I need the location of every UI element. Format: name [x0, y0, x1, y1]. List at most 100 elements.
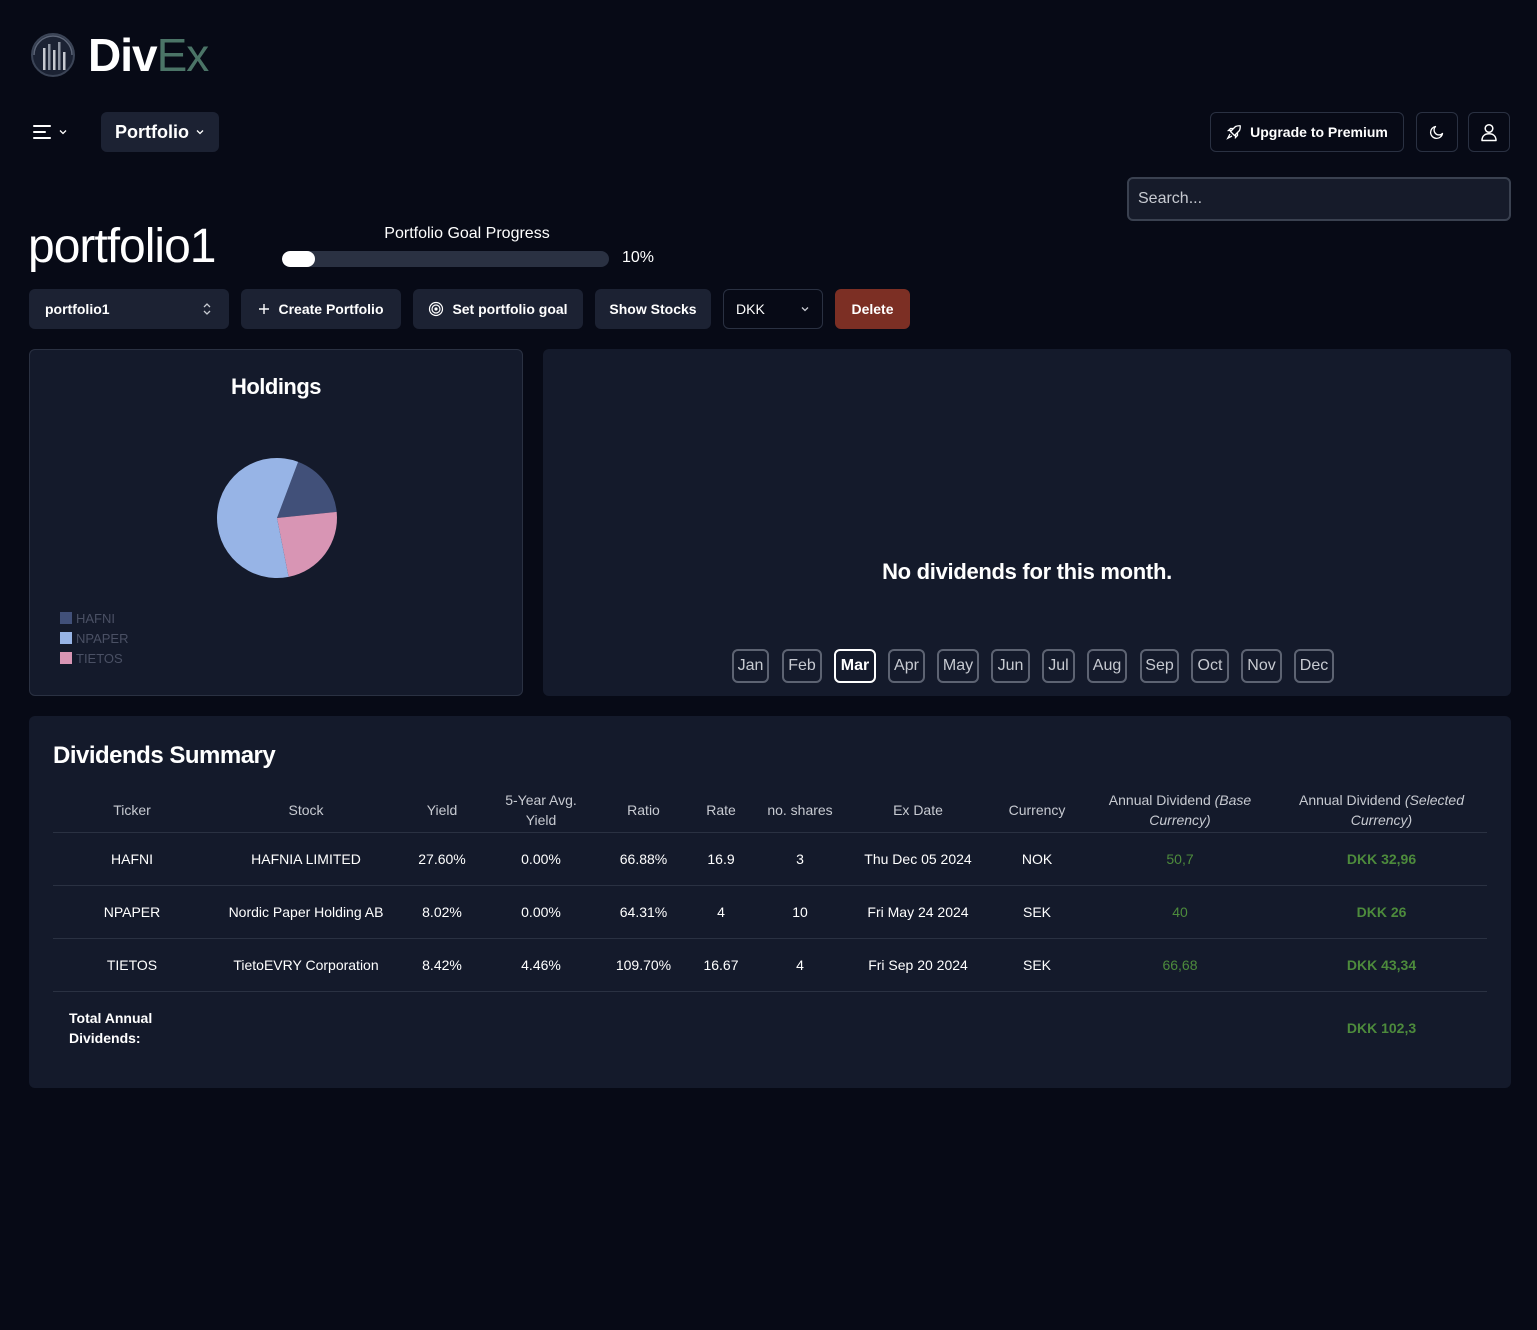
cell-ticker: HAFNI: [53, 832, 211, 886]
menu-icon: [33, 125, 51, 139]
cell-avg-yield: 0.00%: [483, 885, 599, 939]
month-button-mar[interactable]: Mar: [834, 649, 876, 683]
table-row[interactable]: HAFNI HAFNIA LIMITED 27.60% 0.00% 66.88% 16.9…: [53, 832, 1487, 886]
month-button-oct[interactable]: Oct: [1191, 649, 1229, 683]
cell-annual-base: 40: [1084, 885, 1276, 939]
delete-label: Delete: [851, 301, 894, 317]
col-header-rate[interactable]: Rate: [688, 788, 754, 833]
goal-progress-label: Portfolio Goal Progress: [384, 225, 550, 242]
cell-yield: 8.42%: [401, 938, 483, 992]
total-spacer: [211, 991, 1276, 1065]
user-icon: [1481, 123, 1497, 142]
cell-rate: 16.9: [688, 832, 754, 886]
nav-portfolio-dropdown[interactable]: Portfolio: [101, 112, 219, 152]
goal-progress-percent: 10%: [622, 249, 655, 266]
chevron-down-icon: [196, 130, 204, 135]
portfolio-select-value: portfolio1: [45, 301, 110, 317]
upgrade-premium-label: Upgrade to Premium: [1250, 124, 1388, 140]
legend-item-hafni[interactable]: HAFNI: [60, 608, 129, 628]
table-row[interactable]: TIETOS TietoEVRY Corporation 8.42% 4.46% 109…: [53, 938, 1487, 992]
month-button-dec[interactable]: Dec: [1294, 649, 1334, 683]
holdings-card: Holdings HAFNI NPAPER TIETOS: [29, 349, 523, 696]
month-button-sep[interactable]: Sep: [1140, 649, 1179, 683]
col-header-annual-base-prefix: Annual Dividend: [1108, 791, 1215, 808]
cell-ratio: 109.70%: [599, 938, 688, 992]
dividends-summary-card: Dividends Summary Ticker Stock Yield 5-Y…: [29, 716, 1511, 1088]
month-button-jun[interactable]: Jun: [991, 649, 1030, 683]
moon-icon: [1429, 125, 1444, 140]
cell-yield: 27.60%: [401, 832, 483, 886]
cell-stock: TietoEVRY Corporation: [211, 938, 401, 992]
table-row[interactable]: NPAPER Nordic Paper Holding AB 8.02% 0.00% 6…: [53, 885, 1487, 939]
show-stocks-button[interactable]: Show Stocks: [595, 289, 711, 329]
col-header-avg-yield[interactable]: 5-Year Avg. Yield: [483, 788, 599, 833]
month-button-aug[interactable]: Aug: [1087, 649, 1127, 683]
month-button-feb[interactable]: Feb: [782, 649, 822, 683]
dividends-table: Ticker Stock Yield 5-Year Avg. Yield Rat…: [53, 788, 1487, 1065]
col-header-annual-base[interactable]: Annual Dividend (Base Currency): [1084, 788, 1276, 833]
goal-progress-fill: [282, 251, 315, 267]
cell-currency: NOK: [990, 832, 1084, 886]
set-goal-button[interactable]: Set portfolio goal: [413, 289, 583, 329]
col-header-currency[interactable]: Currency: [990, 788, 1084, 833]
cell-annual-selected: DKK 32,96: [1276, 832, 1487, 886]
cell-currency: SEK: [990, 885, 1084, 939]
col-header-ticker[interactable]: Ticker: [53, 788, 211, 833]
legend-swatch: [60, 632, 72, 644]
theme-toggle-button[interactable]: [1416, 112, 1458, 152]
month-button-apr[interactable]: Apr: [888, 649, 925, 683]
logo-mark-icon: [31, 33, 75, 77]
cell-ratio: 64.31%: [599, 885, 688, 939]
total-value: DKK 102,3: [1346, 1020, 1417, 1037]
total-label: Total Annual Dividends:: [53, 991, 211, 1065]
chevron-up-down-icon: [203, 303, 211, 315]
month-button-may[interactable]: May: [937, 649, 979, 683]
month-button-jan[interactable]: Jan: [732, 649, 769, 683]
legend-swatch: [60, 612, 72, 624]
search-input[interactable]: [1127, 177, 1511, 221]
no-dividends-message: No dividends for this month.: [882, 559, 1172, 584]
cell-ticker: NPAPER: [53, 885, 211, 939]
month-button-jul[interactable]: Jul: [1042, 649, 1075, 683]
col-header-annual-selected-prefix: Annual Dividend: [1298, 791, 1405, 808]
main-menu-button[interactable]: [32, 118, 68, 146]
legend-item-npaper[interactable]: NPAPER: [60, 628, 129, 648]
legend-swatch: [60, 652, 72, 664]
cell-ex-date: Fri Sep 20 2024: [846, 938, 990, 992]
cell-ex-date: Fri May 24 2024: [846, 885, 990, 939]
nav-portfolio-label: Portfolio: [115, 121, 189, 142]
col-header-yield[interactable]: Yield: [401, 788, 483, 833]
cell-ex-date: Thu Dec 05 2024: [846, 832, 990, 886]
total-row: Total Annual Dividends: DKK 102,3: [53, 991, 1487, 1065]
summary-title: Dividends Summary: [53, 742, 276, 769]
cell-stock: Nordic Paper Holding AB: [211, 885, 401, 939]
col-header-annual-selected[interactable]: Annual Dividend (Selected Currency): [1276, 788, 1487, 833]
col-header-ex-date[interactable]: Ex Date: [846, 788, 990, 833]
cell-annual-selected: DKK 43,34: [1276, 938, 1487, 992]
cell-ticker: TIETOS: [53, 938, 211, 992]
plus-icon: [259, 304, 270, 314]
currency-select[interactable]: DKK: [723, 289, 823, 329]
delete-portfolio-button[interactable]: Delete: [835, 289, 910, 329]
chevron-down-icon: [59, 130, 67, 135]
cell-annual-selected: DKK 26: [1276, 885, 1487, 939]
upgrade-premium-button[interactable]: Upgrade to Premium: [1210, 112, 1404, 152]
cell-currency: SEK: [990, 938, 1084, 992]
create-portfolio-button[interactable]: Create Portfolio: [241, 289, 401, 329]
col-header-shares[interactable]: no. shares: [754, 788, 846, 833]
table-header-row: Ticker Stock Yield 5-Year Avg. Yield Rat…: [53, 788, 1487, 833]
legend-item-tietos[interactable]: TIETOS: [60, 648, 129, 668]
brand-logo[interactable]: DivEx: [30, 30, 209, 80]
col-header-stock[interactable]: Stock: [211, 788, 401, 833]
month-selector: Jan Feb Mar Apr May Jun Jul Aug Sep Oct Nov Dec: [732, 649, 1334, 683]
cell-stock: HAFNIA LIMITED: [211, 832, 401, 886]
month-button-nov[interactable]: Nov: [1241, 649, 1282, 683]
target-icon: [429, 301, 444, 317]
cell-ratio: 66.88%: [599, 832, 688, 886]
chevron-down-icon: [801, 307, 809, 312]
cell-rate: 4: [688, 885, 754, 939]
cell-rate: 16.67: [688, 938, 754, 992]
portfolio-select[interactable]: portfolio1: [29, 289, 229, 329]
user-account-button[interactable]: [1468, 112, 1510, 152]
col-header-ratio[interactable]: Ratio: [599, 788, 688, 833]
